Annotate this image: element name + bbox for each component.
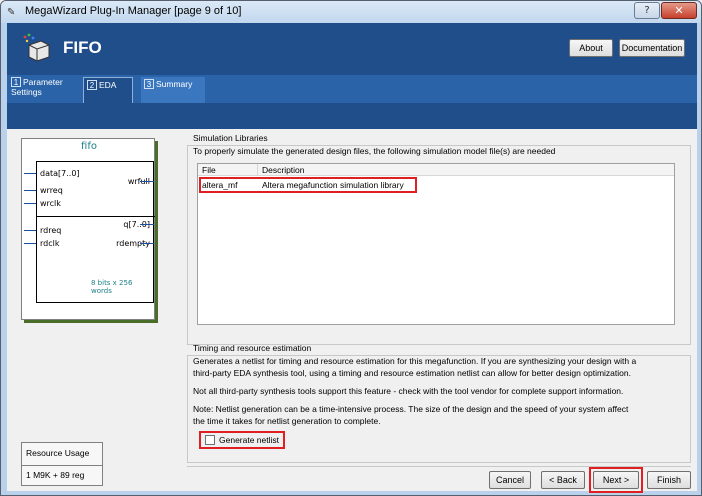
tab-label: EDA [99,80,117,90]
timing-note-line1: Note: Netlist generation can be a time-i… [193,404,629,414]
tab-bar: 1 Parameter Settings 2 EDA 3 Summary [7,75,697,103]
window-title: MegaWizard Plug-In Manager [page 9 of 10… [25,5,242,17]
resource-value: 1 M9K + 89 reg [26,470,85,480]
simulation-description: To properly simulate the generated desig… [193,146,556,156]
pin-wire [140,181,154,182]
simulation-table: File Description altera_mf Altera megafu… [197,163,675,325]
pin-wire [24,190,36,191]
wand-icon: ✎ [7,7,16,18]
about-button[interactable]: About [569,39,613,57]
timing-note-line2: the time it takes for netlist generation… [193,416,381,426]
timing-desc-line2: third-party EDA synthesis tool, using a … [193,368,631,378]
tab-eda[interactable]: 2 EDA [83,77,133,103]
wizard-window: ✎ MegaWizard Plug-In Manager [page 9 of … [0,0,702,496]
tab-number: 2 [87,80,97,90]
highlight-rect [199,177,417,193]
column-header-description[interactable]: Description [258,164,674,176]
timing-desc-support: Not all third-party synthesis tools supp… [193,386,624,396]
tab-number: 3 [144,79,154,89]
pin-wire [140,224,154,225]
symbol-block: data[7..0] wrreq wrclk rdreq rdclk wrful… [36,161,155,303]
timing-desc-line1: Generates a netlist for timing and resou… [193,356,637,366]
symbol-footer: 8 bits x 256 words [91,279,133,295]
pin-wire [24,230,36,231]
pin-wire [24,203,36,204]
pin-rdreq: rdreq [40,226,62,235]
pin-wire [140,243,154,244]
page-title: FIFO [63,38,102,57]
help-button[interactable]: ? [634,2,660,19]
title-bar: ✎ MegaWizard Plug-In Manager [page 9 of … [1,1,701,23]
eda-pane: Simulation Libraries To properly simulat… [183,129,697,493]
highlight-rect [199,431,285,449]
header-banner: FIFO About Documentation [7,23,697,75]
close-button[interactable]: ✕ [661,2,697,19]
tab-parameter-settings[interactable]: 1 Parameter Settings [11,77,75,103]
documentation-button[interactable]: Documentation [619,39,685,57]
resource-divider [22,465,102,466]
highlight-rect [589,467,643,493]
tab-number: 1 [11,77,21,87]
tab-summary[interactable]: 3 Summary [141,77,205,103]
resource-usage-box: Resource Usage 1 M9K + 89 reg [21,442,103,486]
pin-rdclk: rdclk [40,239,60,248]
symbol-divider [37,216,155,217]
wizard-client: FIFO About Documentation 1 Parameter Sett… [7,23,697,493]
resource-label: Resource Usage [26,448,90,458]
pin-wire [24,173,36,174]
symbol-name: fifo [81,141,97,152]
pin-data: data[7..0] [40,169,80,178]
tab-content-band [7,103,697,129]
finish-button[interactable]: Finish [647,471,691,489]
fifo-logo-icon [23,33,50,62]
pin-wire [24,243,36,244]
simulation-title: Simulation Libraries [193,133,268,143]
pin-wrclk: wrclk [40,199,61,208]
symbol-preview: fifo data[7..0] wrreq wrclk rdreq rdclk … [21,138,155,320]
back-button[interactable]: < Back [541,471,585,489]
symbol-pane: fifo data[7..0] wrreq wrclk rdreq rdclk … [7,129,183,491]
timing-title: Timing and resource estimation [193,343,312,353]
cancel-button[interactable]: Cancel [489,471,531,489]
column-header-file[interactable]: File [198,164,258,176]
tab-label: Summary [156,79,193,89]
pin-wrreq: wrreq [40,186,63,195]
